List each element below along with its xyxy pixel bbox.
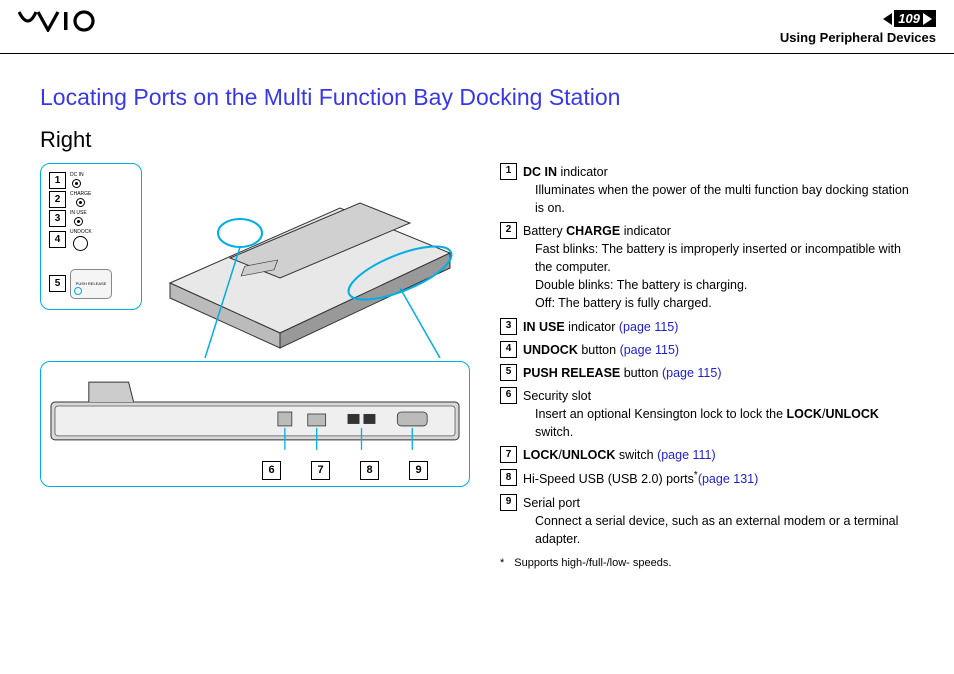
dock-isometric-diagram: [150, 163, 470, 361]
callout-3: 3: [49, 210, 66, 227]
page-header: 109 Using Peripheral Devices: [0, 0, 954, 54]
indicator-panel-diagram: 1 DC IN 2 CHARGE 3 IN USE 4 UNDOCK: [40, 163, 142, 310]
dock-side-diagram: 6 7 8 9: [40, 361, 470, 487]
legend-item: 9 Serial port Connect a serial device, s…: [500, 494, 914, 548]
legend-item: 7 LOCK/UNLOCK switch (page 111): [500, 446, 914, 464]
legend-item: 8 Hi-Speed USB (USB 2.0) ports*(page 131…: [500, 469, 914, 488]
callout-5: 5: [49, 275, 66, 292]
page-link[interactable]: (page 111): [657, 448, 716, 462]
dc-in-led-icon: [72, 179, 81, 188]
section-subtitle: Right: [40, 127, 914, 153]
legend-item: 3 IN USE indicator (page 115): [500, 318, 914, 336]
legend-item: 5 PUSH RELEASE button (page 115): [500, 364, 914, 382]
callout-9: 9: [409, 461, 428, 480]
callout-4: 4: [49, 231, 66, 248]
breadcrumb: Using Peripheral Devices: [780, 30, 936, 45]
diagram-column: 1 DC IN 2 CHARGE 3 IN USE 4 UNDOCK: [40, 163, 470, 572]
in-use-led-icon: [74, 217, 83, 226]
page-link[interactable]: (page 115): [662, 366, 722, 380]
legend-item: 2 Battery CHARGE indicator Fast blinks: …: [500, 222, 914, 313]
next-page-icon[interactable]: [923, 13, 932, 25]
page-link[interactable]: (page 131): [698, 473, 758, 487]
push-release-icon: PUSH RELEASE: [70, 269, 112, 299]
legend-item: 4 UNDOCK button (page 115): [500, 341, 914, 359]
page-nav[interactable]: 109: [883, 10, 936, 27]
callout-6: 6: [262, 461, 281, 480]
page-link[interactable]: (page 115): [620, 343, 680, 357]
callout-2: 2: [49, 191, 66, 208]
callout-7: 7: [311, 461, 330, 480]
callout-1: 1: [49, 172, 66, 189]
prev-page-icon[interactable]: [883, 13, 892, 25]
footnote: * Supports high-/full-/low- speeds.: [500, 556, 914, 572]
charge-led-icon: [76, 198, 85, 207]
legend-item: 1 DC IN indicator Illuminates when the p…: [500, 163, 914, 217]
legend-column: 1 DC IN indicator Illuminates when the p…: [500, 163, 914, 572]
undock-button-icon: [73, 236, 88, 251]
page-title: Locating Ports on the Multi Function Bay…: [40, 84, 914, 111]
page-number-badge: 109: [894, 10, 936, 27]
callout-8: 8: [360, 461, 379, 480]
vaio-logo: [18, 10, 108, 35]
page-link[interactable]: (page 115): [619, 320, 679, 334]
legend-item: 6 Security slot Insert an optional Kensi…: [500, 387, 914, 441]
